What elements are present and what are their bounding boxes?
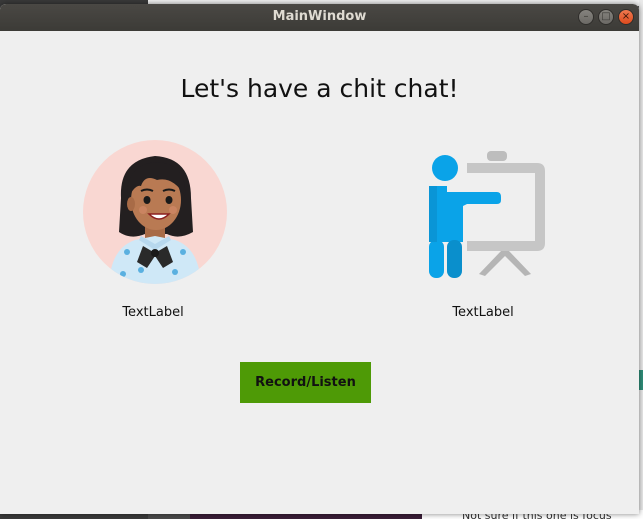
window-title: MainWindow <box>272 9 367 24</box>
minimize-icon: – <box>583 11 589 22</box>
maximize-button[interactable]: □ <box>598 9 614 25</box>
woman-avatar-icon <box>83 140 227 284</box>
right-text-label: TextLabel <box>452 305 514 320</box>
page-title: Let's have a chit chat! <box>180 74 459 103</box>
close-button[interactable]: × <box>618 9 634 25</box>
close-icon: × <box>621 11 631 22</box>
minimize-button[interactable]: – <box>578 9 594 25</box>
window-content: Let's have a chit chat! TextLabel TextLa… <box>0 31 639 514</box>
presenter-board-icon <box>429 151 545 278</box>
main-window: MainWindow – □ × Let's have a chit chat! <box>0 4 639 514</box>
background-window-right <box>639 0 643 519</box>
left-text-label: TextLabel <box>122 305 184 320</box>
window-titlebar[interactable]: MainWindow – □ × <box>0 4 639 31</box>
maximize-icon: □ <box>601 11 611 22</box>
desktop: Not sure if this one is focus MainWindow… <box>0 0 643 519</box>
record-listen-button[interactable]: Record/Listen <box>240 362 371 403</box>
